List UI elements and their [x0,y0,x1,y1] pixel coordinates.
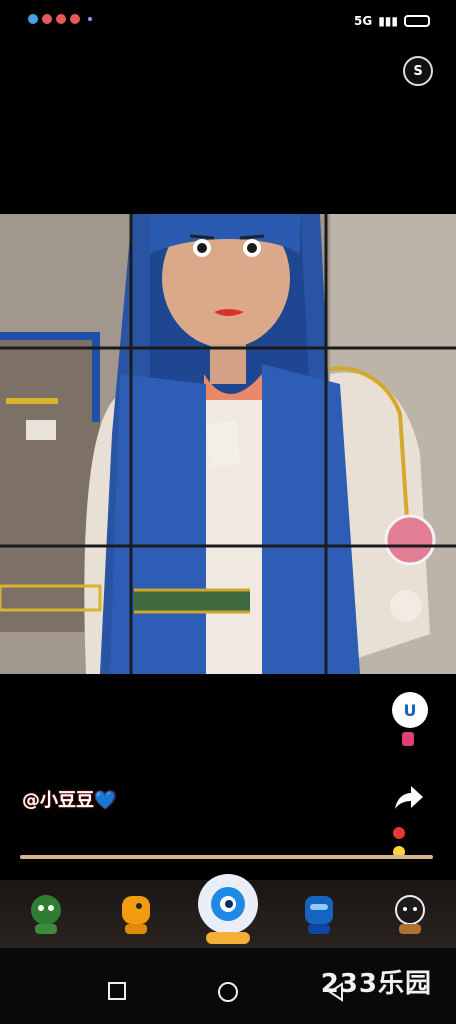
s-icon-button[interactable]: S [403,56,433,86]
app-notification-icon [70,14,80,24]
comment-button[interactable]: U [392,692,428,728]
character-dock [0,874,456,948]
home-icon[interactable] [218,982,238,1002]
signal-icon: ▮▮▮ [378,14,398,28]
status-bar: 5G ▮▮▮ [0,0,456,48]
share-button[interactable] [390,780,426,816]
video-progress-bar[interactable] [20,855,433,859]
app-notification-icon [42,14,52,24]
network-label: 5G [353,14,373,28]
green-character-icon[interactable] [29,894,63,936]
watermark-logo: 233乐园 [320,969,432,999]
username-label[interactable]: @小豆豆💙 [22,786,116,812]
dot-icon [88,17,92,21]
comment-count-icon [402,732,414,746]
s-icon-label: S [413,63,423,79]
recents-icon[interactable] [108,982,126,1000]
app-notification-icon [28,14,38,24]
share-icon [395,786,423,809]
clay-figure-photo[interactable] [0,214,456,674]
blue-character-icon[interactable] [302,894,336,936]
app-notification-icon [56,14,66,24]
blue-eye-character-icon[interactable] [196,874,260,946]
status-notification-icons [28,14,92,24]
black-character-icon[interactable] [393,894,427,936]
status-right: 5G ▮▮▮ [354,14,430,28]
comment-icon: U [403,700,417,720]
orange-character-icon[interactable] [119,894,153,936]
clay-figure-illustration [0,214,456,674]
share-badge-icon [393,824,421,858]
battery-icon [404,15,430,27]
